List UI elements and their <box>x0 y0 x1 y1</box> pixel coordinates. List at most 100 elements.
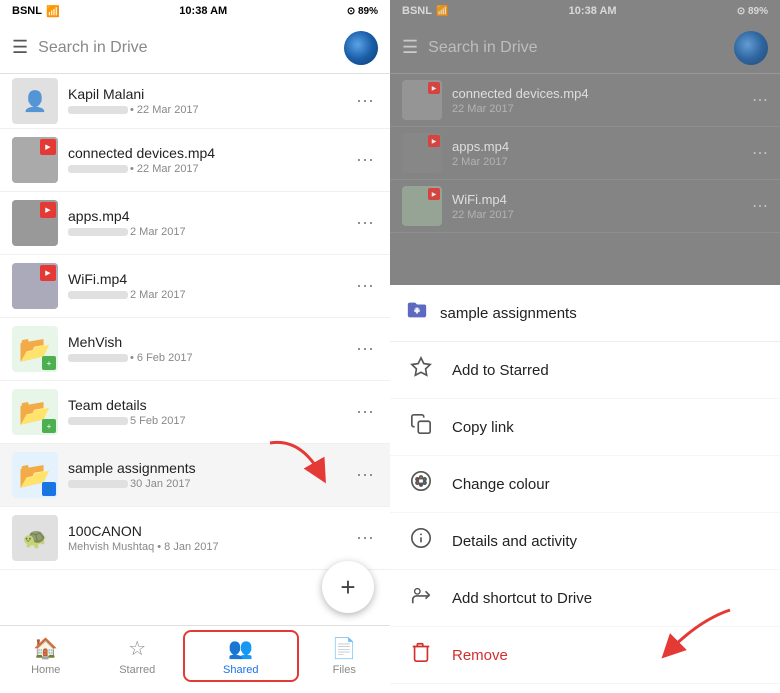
meta-blur <box>68 480 128 488</box>
list-item[interactable]: apps.mp4 2 Mar 2017 ⋯ <box>0 192 390 255</box>
files-label: Files <box>333 664 356 676</box>
avatar-image <box>344 31 378 65</box>
more-button[interactable]: ⋯ <box>352 524 378 553</box>
copy-link-icon <box>408 413 434 441</box>
list-item[interactable]: 🐢 100CANON Mehvish Mushtaq • 8 Jan 2017 … <box>0 507 390 570</box>
nav-files[interactable]: 📄 Files <box>299 636 391 676</box>
list-item[interactable]: 👤 Kapil Malani • 22 Mar 2017 ⋯ <box>0 74 390 129</box>
bottom-nav: 🏠 Home ☆ Starred 👥 Shared 📄 Files <box>0 625 390 693</box>
menu-item-remove[interactable]: Remove <box>390 627 780 684</box>
search-bar-left: ☰ Search in Drive <box>0 22 390 74</box>
shared-label: Shared <box>223 664 258 676</box>
file-name: Kapil Malani <box>68 86 342 102</box>
search-placeholder[interactable]: Search in Drive <box>38 39 334 57</box>
change-colour-label: Change colour <box>452 476 550 493</box>
file-date: • 22 Mar 2017 <box>130 104 199 116</box>
right-panel: BSNL 📶 10:38 AM ⊙ 89% ☰ Search in Drive … <box>390 0 780 693</box>
file-list: 👤 Kapil Malani • 22 Mar 2017 ⋯ connected… <box>0 74 390 625</box>
carrier-right: BSNL <box>402 5 432 17</box>
palette-icon <box>408 470 434 498</box>
avatar[interactable] <box>344 31 378 65</box>
fab-button[interactable]: + <box>322 561 374 613</box>
context-menu-header: sample assignments <box>390 285 780 342</box>
meta-blur <box>68 106 128 114</box>
shared-icon: 👥 <box>228 636 253 661</box>
folder-icon <box>406 299 428 327</box>
file-meta: 5 Feb 2017 <box>68 415 342 427</box>
file-thumbnail: 🐢 <box>12 515 58 561</box>
search-placeholder-right: Search in Drive <box>428 39 724 57</box>
list-item[interactable]: 📂 + Team details 5 Feb 2017 ⋯ <box>0 381 390 444</box>
file-name: MehVish <box>68 334 342 350</box>
menu-item-copy-link[interactable]: Copy link <box>390 399 780 456</box>
file-date: • 22 Mar 2017 <box>130 163 199 175</box>
file-thumbnail: 👤 <box>12 78 58 124</box>
trash-icon <box>408 641 434 669</box>
copy-link-label: Copy link <box>452 419 514 436</box>
battery-left: ⊙ 89% <box>347 6 378 17</box>
file-thumbnail <box>12 137 58 183</box>
info-icon <box>408 527 434 555</box>
meta-blur <box>68 291 128 299</box>
file-meta: • 6 Feb 2017 <box>68 352 342 364</box>
file-name: Team details <box>68 397 342 413</box>
menu-item-add-starred[interactable]: Add to Starred <box>390 342 780 399</box>
time-right: 10:38 AM <box>569 5 617 17</box>
more-button[interactable]: ⋯ <box>352 209 378 238</box>
file-info: Kapil Malani • 22 Mar 2017 <box>68 86 342 116</box>
starred-label: Starred <box>119 664 155 676</box>
file-date: 2 Mar 2017 <box>130 289 186 301</box>
hamburger-icon[interactable]: ☰ <box>12 37 28 58</box>
file-meta: • 22 Mar 2017 <box>68 104 342 116</box>
carrier-left: BSNL <box>12 5 42 17</box>
menu-item-add-shortcut[interactable]: Add shortcut to Drive <box>390 570 780 627</box>
more-button[interactable]: ⋯ <box>352 87 378 116</box>
more-button[interactable]: ⋯ <box>352 272 378 301</box>
file-thumbnail: 📂 + <box>12 326 58 372</box>
file-meta: • 22 Mar 2017 <box>68 163 342 175</box>
list-item[interactable]: connected devices.mp4 • 22 Mar 2017 ⋯ <box>0 129 390 192</box>
home-icon: 🏠 <box>33 636 58 661</box>
nav-shared[interactable]: 👥 Shared <box>183 630 299 682</box>
nav-starred[interactable]: ☆ Starred <box>92 636 184 676</box>
file-info: connected devices.mp4 • 22 Mar 2017 <box>68 145 342 175</box>
add-shortcut-label: Add shortcut to Drive <box>452 590 592 607</box>
menu-item-details[interactable]: Details and activity <box>390 513 780 570</box>
context-menu-title: sample assignments <box>440 305 577 322</box>
file-info: WiFi.mp4 2 Mar 2017 <box>68 271 342 301</box>
home-label: Home <box>31 664 60 676</box>
file-info: Team details 5 Feb 2017 <box>68 397 342 427</box>
meta-blur <box>68 228 128 236</box>
list-item[interactable]: WiFi.mp4 2 Mar 2017 ⋯ <box>0 255 390 318</box>
file-thumbnail <box>12 200 58 246</box>
file-thumbnail: 📂 + <box>12 389 58 435</box>
more-button[interactable]: ⋯ <box>352 335 378 364</box>
dimmed-file-list: ▶ connected devices.mp4 22 Mar 2017 ⋯ ▶ … <box>390 74 780 233</box>
file-date: 30 Jan 2017 <box>130 478 191 490</box>
file-thumbnail: 📂 👤 <box>12 452 58 498</box>
file-name: sample assignments <box>68 460 342 476</box>
hamburger-icon-right: ☰ <box>402 37 418 58</box>
more-button[interactable]: ⋯ <box>352 146 378 175</box>
file-date: 5 Feb 2017 <box>130 415 186 427</box>
more-button[interactable]: ⋯ <box>352 461 378 490</box>
file-meta: 2 Mar 2017 <box>68 289 342 301</box>
menu-item-change-colour[interactable]: Change colour <box>390 456 780 513</box>
left-panel: BSNL 📶 10:38 AM ⊙ 89% ☰ Search in Drive … <box>0 0 390 693</box>
avatar-right <box>734 31 768 65</box>
file-meta: 30 Jan 2017 <box>68 478 342 490</box>
file-owner: Mehvish Mushtaq • 8 Jan 2017 <box>68 541 219 553</box>
list-item[interactable]: 📂 + MehVish • 6 Feb 2017 ⋯ <box>0 318 390 381</box>
starred-icon: ☆ <box>128 636 146 661</box>
file-meta: Mehvish Mushtaq • 8 Jan 2017 <box>68 541 342 553</box>
more-button[interactable]: ⋯ <box>352 398 378 427</box>
meta-blur <box>68 354 128 362</box>
meta-blur <box>68 165 128 173</box>
dimmed-overlay: BSNL 📶 10:38 AM ⊙ 89% ☰ Search in Drive … <box>390 0 780 285</box>
file-name: connected devices.mp4 <box>68 145 342 161</box>
nav-home[interactable]: 🏠 Home <box>0 636 92 676</box>
file-info: 100CANON Mehvish Mushtaq • 8 Jan 2017 <box>68 523 342 553</box>
status-bar-left: BSNL 📶 10:38 AM ⊙ 89% <box>0 0 390 22</box>
file-info: apps.mp4 2 Mar 2017 <box>68 208 342 238</box>
list-item-sample-assignments[interactable]: 📂 👤 sample assignments 30 Jan 2017 ⋯ <box>0 444 390 507</box>
